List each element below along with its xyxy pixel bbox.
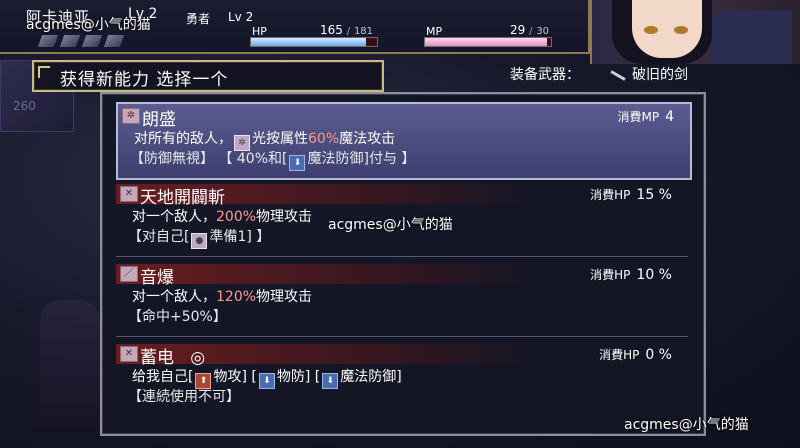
hp-current: 165 bbox=[320, 23, 343, 37]
skill-option[interactable]: ／ 音爆 消費HP 10 % 对一个敌人，120%物理攻击 【命中+50%】 bbox=[116, 262, 688, 337]
hp-slash: / bbox=[346, 26, 351, 37]
hp-bar-fill bbox=[251, 38, 366, 46]
skill-description: 对一个敌人，200%物理攻击 bbox=[132, 209, 313, 225]
page-title: 获得新能力 选择一个 bbox=[60, 70, 229, 90]
skill-cost: 消費MP 4 bbox=[617, 109, 674, 125]
watermark: acgmes@小气的猫 bbox=[328, 217, 453, 233]
skill-note: 【命中+50%】 bbox=[128, 309, 227, 325]
skill-description: 对一个敌人，120%物理攻击 bbox=[132, 289, 313, 305]
skill-mark: ◎ bbox=[190, 348, 206, 368]
defense-down-icon: ⬇ bbox=[258, 373, 275, 389]
sword-icon bbox=[37, 35, 59, 47]
mp-value: 29 / 30 bbox=[510, 23, 549, 37]
mp-current: 29 bbox=[510, 23, 526, 37]
book-number: 260 bbox=[13, 99, 36, 113]
class-level: Lv 2 bbox=[228, 10, 254, 24]
hp-bar bbox=[250, 37, 378, 47]
equipped-weapon-name: 破旧的剑 bbox=[632, 67, 688, 83]
skill-option[interactable]: ✕ 蓄电 ◎ 消費HP 0 % 给我自己[⬆ 物攻] [⬇ 物防] [⬇ 魔法防御] 【… bbox=[116, 342, 688, 416]
mp-bar-fill bbox=[425, 38, 548, 46]
hp-value: 165 / 181 bbox=[320, 23, 373, 37]
equipped-item-icons bbox=[37, 32, 180, 48]
skill-name: 天地開闢斬 bbox=[140, 188, 225, 208]
charge-icon: ● bbox=[191, 233, 208, 249]
mp-slash: / bbox=[529, 26, 533, 37]
slash-skill-icon: ✕ bbox=[120, 186, 138, 202]
skill-name: 朗盛 bbox=[142, 110, 176, 130]
skill-note: 【对自己[● 準備1] 】 bbox=[128, 226, 270, 249]
mp-max: 30 bbox=[536, 26, 550, 37]
skill-list: ✲ 朗盛 消費MP 4 对所有的敌人， ✲ 光按属性60%魔法攻击 【防御無視】 【 … bbox=[100, 92, 706, 436]
skill-note: 【連続使用不可】 bbox=[128, 389, 240, 405]
mp-bar bbox=[424, 37, 552, 47]
skill-note: 【防御無視】 【 40%和[⬇ 魔法防御]付与 】 bbox=[130, 148, 415, 171]
shield-icon bbox=[103, 35, 125, 47]
equip-weapon-label: 装备武器： bbox=[510, 67, 580, 83]
sword-icon bbox=[59, 35, 81, 47]
character-class: 勇者 bbox=[186, 12, 211, 26]
magic-defense-down-icon: ⬇ bbox=[289, 155, 306, 171]
skill-cost: 消費HP 10 % bbox=[590, 267, 672, 283]
equipped-weapon: 破旧的剑 bbox=[610, 64, 688, 84]
header-panel: 获得新能力 选择一个 bbox=[32, 60, 384, 92]
hp-max: 181 bbox=[353, 26, 374, 37]
sword-icon bbox=[81, 35, 103, 47]
skill-name: 音爆 bbox=[140, 268, 174, 288]
watermark: acgmes@小气的猫 bbox=[624, 417, 749, 433]
background-figure bbox=[40, 300, 100, 440]
light-element-icon: ✲ bbox=[122, 108, 140, 124]
skill-cost: 消費HP 15 % bbox=[590, 187, 672, 203]
lightning-skill-icon: ✕ bbox=[120, 346, 138, 362]
skill-name: 蓄电 ◎ bbox=[140, 348, 206, 368]
watermark: acgmes@小气的猫 bbox=[26, 17, 151, 33]
skill-option-selected[interactable]: ✲ 朗盛 消費MP 4 对所有的敌人， ✲ 光按属性60%魔法攻击 【防御無視】 【 … bbox=[116, 102, 692, 180]
skill-cost: 消費HP 0 % bbox=[599, 347, 672, 363]
character-portrait bbox=[590, 0, 800, 64]
sword-skill-icon: ／ bbox=[120, 266, 138, 282]
sword-icon bbox=[610, 69, 626, 81]
corner-icon bbox=[38, 66, 50, 78]
magic-defense-down-icon: ⬇ bbox=[322, 373, 339, 389]
